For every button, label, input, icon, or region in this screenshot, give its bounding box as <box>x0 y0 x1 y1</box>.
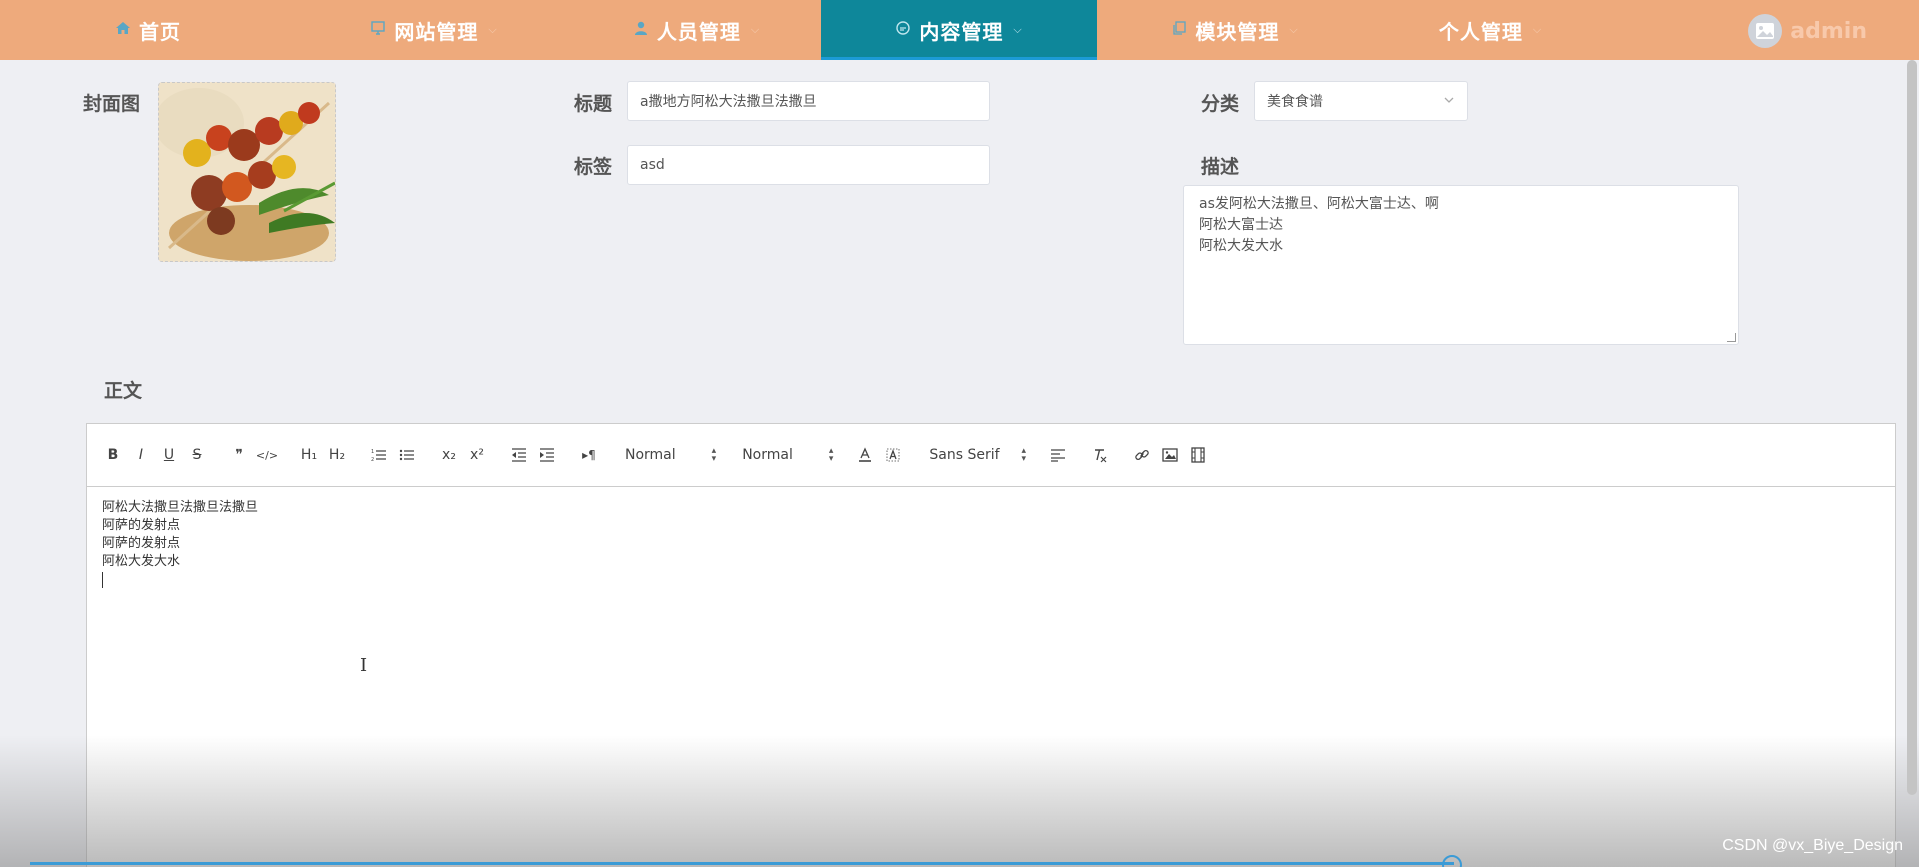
description-line: 阿松大发大水 <box>1199 238 1283 254</box>
image-icon[interactable] <box>1156 443 1184 467</box>
image-icon <box>1756 23 1775 39</box>
nav-item-label: 网站管理 <box>394 19 479 44</box>
nav-item-home[interactable]: 首页 <box>0 0 296 60</box>
editor-line: 阿萨的发射点 <box>102 518 181 533</box>
description-label: 描述 <box>1201 156 1240 178</box>
description-line: as发阿松大法撒旦、阿松大富士达、啊 <box>1199 196 1439 212</box>
updown-icon: ▴ ▾ <box>711 446 717 464</box>
body-label: 正文 <box>104 380 143 402</box>
tags-input[interactable]: asd <box>627 145 990 185</box>
font-select[interactable]: Sans Serif ▴ ▾ <box>925 443 1030 467</box>
align-icon[interactable] <box>1044 443 1072 467</box>
copy-icon <box>1171 20 1187 40</box>
font-select-value: Sans Serif <box>929 447 1000 463</box>
bold-button[interactable]: B <box>99 443 127 467</box>
header-select-value: Normal <box>742 447 793 463</box>
updown-icon: ▴ ▾ <box>1021 446 1027 464</box>
monitor-icon <box>370 20 386 40</box>
background-color-icon[interactable] <box>879 443 907 467</box>
blockquote-button[interactable]: ❞ <box>225 443 253 467</box>
svg-text:1: 1 <box>371 449 374 455</box>
ibeam-cursor-icon: I <box>360 655 368 676</box>
progress-bar[interactable] <box>30 862 1454 865</box>
nav-item-personal[interactable]: 个人管理 ⌵ <box>1373 0 1608 60</box>
nav-item-label: 个人管理 <box>1438 19 1523 44</box>
nav-item-content[interactable]: 内容管理 ⌵ <box>821 0 1097 60</box>
editor-line: 阿松大发大水 <box>102 554 181 569</box>
description-textarea[interactable]: as发阿松大法撒旦、阿松大富士达、啊 阿松大富士达 阿松大发大水 <box>1183 185 1739 345</box>
superscript-button[interactable]: x² <box>463 443 491 467</box>
chevron-down-icon: ⌵ <box>1532 23 1543 36</box>
resize-handle[interactable] <box>1727 333 1736 342</box>
chevron-down-icon: ⌵ <box>488 23 498 36</box>
watermark: CSDN @vx_Biye_Design <box>1722 837 1903 854</box>
header-1-button[interactable]: H₁ <box>295 443 323 467</box>
rich-text-editor: B I U S ❞ </> H₁ H₂ 12 x₂ x² ▸¶ Normal ▴… <box>86 423 1896 867</box>
underline-button[interactable]: U <box>155 443 183 467</box>
title-input[interactable]: a撒地方阿松大法撒旦法撒旦 <box>627 81 990 121</box>
nav-item-label: 首页 <box>139 19 181 44</box>
category-select[interactable]: 美食食谱 <box>1254 81 1468 121</box>
home-icon <box>115 20 131 40</box>
italic-button[interactable]: I <box>127 443 155 467</box>
chat-icon <box>895 20 911 40</box>
user-icon <box>633 20 649 40</box>
outdent-icon[interactable] <box>505 443 533 467</box>
nav-item-label: 人员管理 <box>656 19 741 44</box>
indent-icon[interactable] <box>533 443 561 467</box>
text-direction-button[interactable]: ▸¶ <box>575 443 603 467</box>
chevron-down-icon: ⌵ <box>750 23 761 36</box>
video-icon[interactable] <box>1184 443 1212 467</box>
clear-format-icon[interactable] <box>1086 443 1114 467</box>
nav-item-site[interactable]: 网站管理 ⌵ <box>296 0 572 60</box>
size-select[interactable]: Normal ▴ ▾ <box>621 443 720 467</box>
cover-label: 封面图 <box>83 93 141 115</box>
editor-line: 阿萨的发射点 <box>102 536 181 551</box>
size-select-value: Normal <box>625 447 676 463</box>
code-block-button[interactable]: </> <box>253 443 281 467</box>
nav-item-people[interactable]: 人员管理 ⌵ <box>572 0 821 60</box>
top-nav: 首页 网站管理 ⌵ 人员管理 ⌵ 内容管理 ⌵ 模块管理 ⌵ 个人管理 ⌵ ad… <box>0 0 1919 60</box>
category-select-value: 美食食谱 <box>1267 94 1323 110</box>
chevron-down-icon <box>1443 94 1455 109</box>
header-select[interactable]: Normal ▴ ▾ <box>738 443 837 467</box>
strike-button[interactable]: S <box>183 443 211 467</box>
food-skewer-image <box>159 83 335 261</box>
svg-text:2: 2 <box>371 457 374 462</box>
bullet-list-icon[interactable] <box>393 443 421 467</box>
nav-item-label: 模块管理 <box>1195 19 1280 44</box>
text-caret <box>102 571 1880 589</box>
tags-input-value: asd <box>640 157 665 173</box>
updown-icon: ▴ ▾ <box>828 446 834 464</box>
tags-label: 标签 <box>574 156 613 178</box>
chevron-down-icon: ⌵ <box>1013 23 1023 36</box>
subscript-button[interactable]: x₂ <box>435 443 463 467</box>
link-icon[interactable] <box>1128 443 1156 467</box>
page-scrollbar[interactable] <box>1907 60 1917 795</box>
cover-image-upload[interactable] <box>158 82 336 262</box>
user-menu[interactable]: admin <box>1748 14 1867 48</box>
header-2-button[interactable]: H₂ <box>323 443 351 467</box>
title-input-value: a撒地方阿松大法撒旦法撒旦 <box>640 94 817 110</box>
nav-item-modules[interactable]: 模块管理 ⌵ <box>1097 0 1373 60</box>
ordered-list-icon[interactable]: 12 <box>365 443 393 467</box>
editor-content[interactable]: 阿松大法撒旦法撒旦法撒旦 阿萨的发射点 阿萨的发射点 阿松大发大水 <box>87 487 1895 601</box>
nav-item-label: 内容管理 <box>919 19 1004 44</box>
description-line: 阿松大富士达 <box>1199 217 1283 233</box>
avatar <box>1748 14 1783 48</box>
category-label: 分类 <box>1201 93 1240 115</box>
editor-line: 阿松大法撒旦法撒旦法撒旦 <box>102 500 259 515</box>
title-label: 标题 <box>574 93 613 115</box>
text-color-icon[interactable] <box>851 443 879 467</box>
chevron-down-icon: ⌵ <box>1289 23 1299 36</box>
user-name: admin <box>1790 18 1867 44</box>
editor-toolbar: B I U S ❞ </> H₁ H₂ 12 x₂ x² ▸¶ Normal ▴… <box>87 424 1895 487</box>
